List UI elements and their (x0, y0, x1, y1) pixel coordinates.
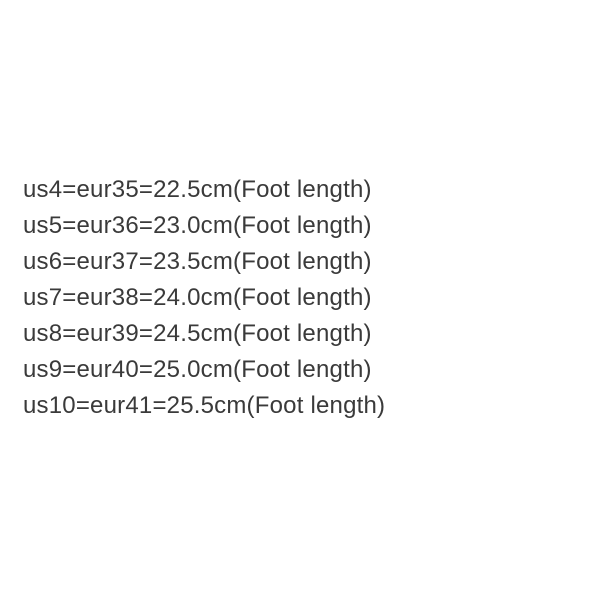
size-chart-list: us4=eur35=22.5cm(Foot length) us5=eur36=… (23, 172, 385, 424)
size-row: us5=eur36=23.0cm(Foot length) (23, 208, 385, 244)
size-row: us8=eur39=24.5cm(Foot length) (23, 316, 385, 352)
size-row: us9=eur40=25.0cm(Foot length) (23, 352, 385, 388)
size-row: us4=eur35=22.5cm(Foot length) (23, 172, 385, 208)
size-row: us6=eur37=23.5cm(Foot length) (23, 244, 385, 280)
size-row: us7=eur38=24.0cm(Foot length) (23, 280, 385, 316)
size-row: us10=eur41=25.5cm(Foot length) (23, 388, 385, 424)
